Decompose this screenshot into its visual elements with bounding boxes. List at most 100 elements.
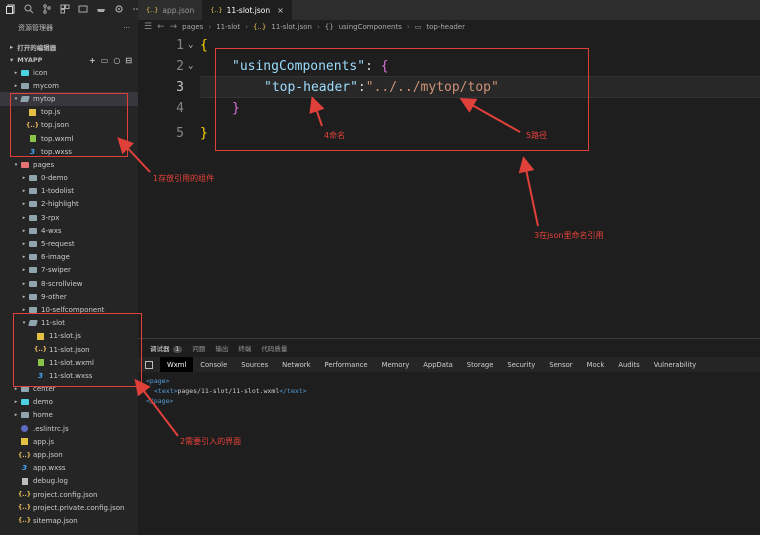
- annotation-box-components: [10, 93, 128, 157]
- new-folder-icon[interactable]: ▭: [101, 56, 109, 65]
- open-editors-section[interactable]: ▸ 打开的编辑器: [0, 41, 56, 53]
- tree-item-project-private-config-json[interactable]: {..} project.private.config.json: [0, 501, 138, 514]
- open-editors-label: 打开的编辑器: [17, 44, 57, 52]
- tree-item-9-other[interactable]: ▸ 9-other: [0, 290, 138, 303]
- chevron-right-icon: ▸: [22, 201, 26, 208]
- cloud-icon[interactable]: [78, 4, 88, 14]
- tree-item-sitemap-json[interactable]: {..} sitemap.json: [0, 514, 138, 527]
- tree-item-app-js[interactable]: app.js: [0, 435, 138, 448]
- tab-code-quality[interactable]: 代码质量: [261, 343, 287, 353]
- project-label: MYAPP: [17, 56, 43, 64]
- refresh-icon[interactable]: ○: [113, 56, 120, 65]
- tree-item-home[interactable]: ▸ home: [0, 409, 138, 422]
- explorer-sidebar: 资源管理器 ··· ▸ 打开的编辑器 ▾ MYAPP + ▭ ○ ⊟ ▸ icon…: [0, 0, 141, 535]
- project-section[interactable]: ▾ MYAPP + ▭ ○ ⊟: [0, 54, 138, 66]
- chevron-right-icon: ▸: [22, 227, 26, 234]
- breadcrumb-item[interactable]: pages: [182, 23, 203, 31]
- new-file-icon[interactable]: +: [89, 56, 96, 65]
- close-brace: }: [200, 125, 208, 141]
- breadcrumb-item[interactable]: 11-slot: [216, 23, 240, 31]
- tree-item-5-request[interactable]: ▸ 5-request: [0, 237, 138, 250]
- tab-11-slot-json[interactable]: {..} 11-slot.json ×: [202, 0, 292, 20]
- docker-icon[interactable]: [96, 4, 106, 14]
- tab-problems[interactable]: 问题: [192, 343, 205, 353]
- tree-item-pages[interactable]: ▾ pages: [0, 158, 138, 171]
- source-control-icon[interactable]: [42, 4, 52, 14]
- extensions-icon[interactable]: [60, 4, 70, 14]
- chevron-right-icon: ▸: [22, 214, 26, 221]
- fold-icon[interactable]: ⌄: [188, 61, 193, 71]
- folder-file-icon: [28, 240, 37, 248]
- tab-debugger[interactable]: 调试器 1: [150, 343, 183, 353]
- chevron-down-icon: ▾: [10, 56, 14, 64]
- arrow-right-icon[interactable]: →: [170, 22, 178, 32]
- more-actions-icon[interactable]: ···: [123, 24, 130, 32]
- json-file-icon: {..}: [17, 451, 32, 459]
- tree-item-demo[interactable]: ▸ demo: [0, 396, 138, 409]
- panel-tab-wxml[interactable]: Wxml: [160, 357, 194, 372]
- tree-item-icon[interactable]: ▸ icon: [0, 66, 138, 79]
- eslint-file-icon: [20, 425, 29, 433]
- chevron-right-icon: ▸: [10, 43, 14, 51]
- panel-tab-performance[interactable]: Performance: [318, 357, 375, 372]
- dom-node-page[interactable]: <page>: [146, 376, 307, 386]
- fold-icon[interactable]: ⌄: [188, 40, 193, 50]
- panel-tab-audits[interactable]: Audits: [611, 357, 646, 372]
- panel-tab-console[interactable]: Console: [193, 357, 234, 372]
- panel-tab-sensor[interactable]: Sensor: [542, 357, 579, 372]
- tree-item-label: debug.log: [33, 477, 68, 486]
- folder-file-icon: [28, 293, 37, 301]
- tree-item-mycom[interactable]: ▸ mycom: [0, 79, 138, 92]
- line-number: 3: [176, 79, 184, 95]
- panel-tab-mock[interactable]: Mock: [580, 357, 612, 372]
- tree-item-3-rpx[interactable]: ▸ 3-rpx: [0, 211, 138, 224]
- panel-tab-appdata[interactable]: AppData: [416, 357, 460, 372]
- panel-tab-sources[interactable]: Sources: [234, 357, 275, 372]
- folder-file-icon: [28, 253, 37, 261]
- panel-tab-storage[interactable]: Storage: [460, 357, 501, 372]
- tree-item-1-todolist[interactable]: ▸ 1-todolist: [0, 185, 138, 198]
- tree-item-7-swiper[interactable]: ▸ 7-swiper: [0, 264, 138, 277]
- tree-item-app-wxss[interactable]: 3 app.wxss: [0, 462, 138, 475]
- tree-item-label: demo: [33, 398, 53, 407]
- panel-tab-network[interactable]: Network: [275, 357, 317, 372]
- breadcrumb-item[interactable]: 11-slot.json: [271, 23, 312, 31]
- breadcrumb-item[interactable]: top-header: [426, 23, 465, 31]
- annotation-name: 4命名: [324, 131, 346, 140]
- tree-item-4-wxs[interactable]: ▸ 4-wxs: [0, 224, 138, 237]
- split-editor-icon[interactable]: ☰: [144, 22, 152, 32]
- files-icon[interactable]: [6, 4, 16, 14]
- tree-item-label: 1-todolist: [41, 187, 75, 196]
- json-file-icon: {..}: [253, 22, 267, 31]
- tree-item-app-json[interactable]: {..} app.json: [0, 448, 138, 461]
- text-open-tag: <text>: [154, 387, 178, 395]
- tree-item-project-config-json[interactable]: {..} project.config.json: [0, 488, 138, 501]
- dom-node-text[interactable]: <text>pages/11-slot/11-slot.wxml</text>: [146, 386, 307, 396]
- tree-item-label: project.private.config.json: [33, 503, 125, 512]
- search-icon[interactable]: [24, 4, 34, 14]
- tab-app-json[interactable]: {..} app.json: [138, 0, 203, 20]
- tree-item-0-demo[interactable]: ▸ 0-demo: [0, 172, 138, 185]
- panel-tab-security[interactable]: Security: [500, 357, 542, 372]
- close-icon[interactable]: ×: [277, 6, 284, 15]
- chevron-right-icon: ▸: [22, 280, 26, 287]
- tab-output[interactable]: 输出: [215, 343, 228, 353]
- panel-tab-vulnerability[interactable]: Vulnerability: [647, 357, 704, 372]
- folder-file-icon: [28, 266, 37, 274]
- breadcrumb: ☰ ← → pages › 11-slot › {..} 11-slot.jso…: [138, 20, 760, 33]
- tab-terminal[interactable]: 终端: [238, 343, 251, 353]
- tree-item-2-highlight[interactable]: ▸ 2-highlight: [0, 198, 138, 211]
- collapse-all-icon[interactable]: ⊟: [125, 56, 132, 65]
- tree-item-8-scrollview[interactable]: ▸ 8-scrollview: [0, 277, 138, 290]
- tree-item-debug-log[interactable]: debug.log: [0, 475, 138, 488]
- arrow-left-icon[interactable]: ←: [157, 22, 165, 32]
- folder-file-icon: [28, 280, 37, 288]
- explorer-title-label: 资源管理器: [18, 24, 53, 32]
- tree-item--eslintrc-js[interactable]: .eslintrc.js: [0, 422, 138, 435]
- gear-icon[interactable]: [114, 4, 124, 14]
- page-open-tag: <page>: [146, 377, 170, 385]
- tree-item-6-image[interactable]: ▸ 6-image: [0, 251, 138, 264]
- folder-file-icon: [20, 411, 29, 419]
- breadcrumb-item[interactable]: usingComponents: [339, 23, 402, 31]
- panel-tab-memory[interactable]: Memory: [375, 357, 417, 372]
